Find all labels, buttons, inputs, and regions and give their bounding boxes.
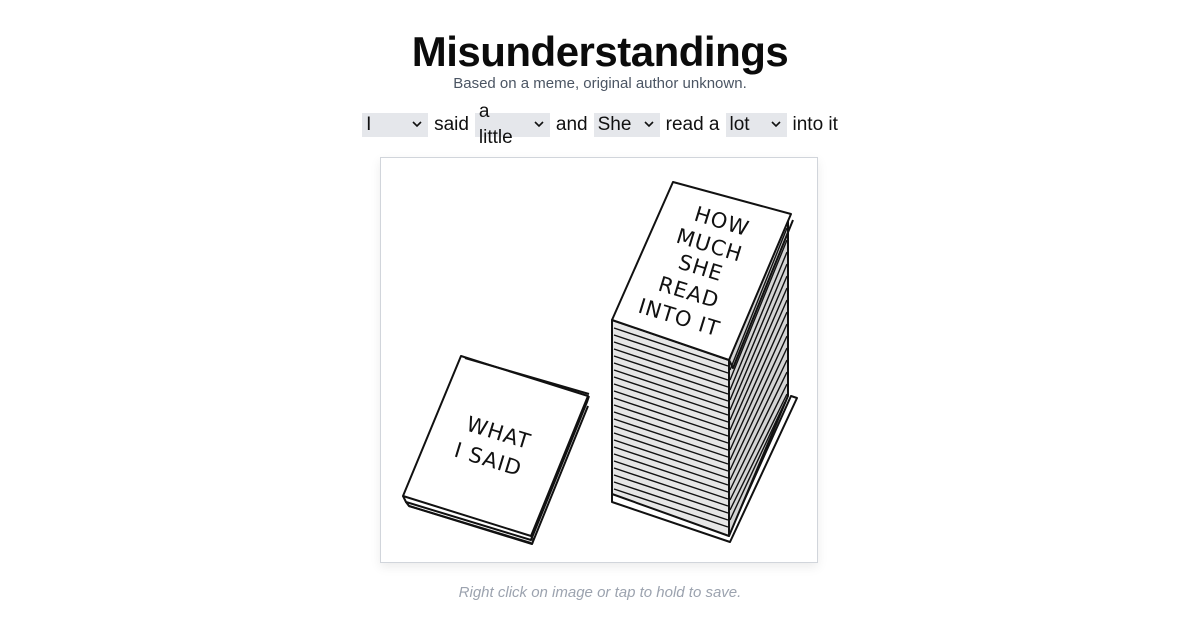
amount-dropdown-value: a little (478, 101, 513, 148)
sentence-builder: I said a little and She read a lot into … (0, 101, 1200, 148)
chevron-down-icon (534, 121, 544, 128)
chevron-down-icon (770, 121, 781, 128)
word-said: said (434, 114, 469, 135)
amount-dropdown[interactable]: a little (474, 101, 550, 148)
subject-dropdown-value: I (366, 114, 372, 135)
chevron-down-icon (644, 121, 654, 128)
chevron-down-icon (412, 121, 422, 128)
page: Misunderstandings Based on a meme, origi… (0, 0, 1200, 630)
read-into-it-stack: HOW MUCH SHE READ INTO IT (611, 181, 798, 543)
meme-illustration: WHAT I SAID HOW MUCH SHE READ INTO IT (402, 181, 798, 545)
meme-image[interactable]: WHAT I SAID HOW MUCH SHE READ INTO IT (380, 157, 818, 563)
word-and: and (555, 114, 588, 135)
word-into: into it (792, 114, 838, 135)
subject-dropdown[interactable]: I (362, 113, 429, 137)
what-i-said-sheet: WHAT I SAID (402, 355, 590, 545)
page-title: Misunderstandings (411, 28, 789, 75)
much-dropdown-value: lot (729, 114, 750, 135)
much-dropdown[interactable]: lot (725, 113, 787, 137)
word-read: read a (665, 114, 720, 135)
page-subtitle: Based on a meme, original author unknown… (453, 75, 747, 92)
who-dropdown-value: She (597, 114, 632, 135)
who-dropdown[interactable]: She (593, 113, 660, 137)
save-hint: Right click on image or tap to hold to s… (458, 584, 742, 601)
